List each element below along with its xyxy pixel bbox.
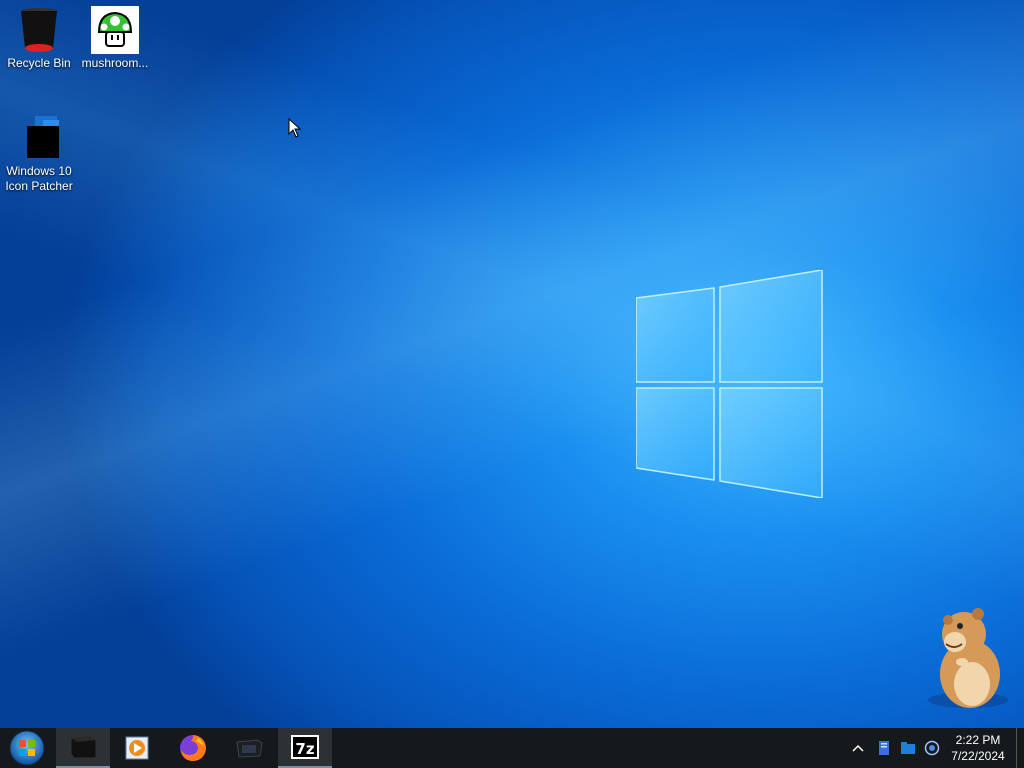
7zip-icon-text: 7z [295,740,315,758]
mushroom-icon [91,6,139,54]
system-clock[interactable]: 2:22 PM 7/22/2024 [942,732,1014,764]
tray-document-icon [879,741,889,755]
taskbar-app-firefox[interactable] [166,728,220,768]
tray-app-2[interactable] [898,728,918,768]
chevron-up-icon [852,744,864,752]
recycle-bin-label: Recycle Bin [7,56,71,70]
start-button[interactable] [6,730,48,766]
tray-app-1[interactable] [874,728,894,768]
light-beam-lower [0,0,1024,728]
icon-patcher-label-line2: Icon Patcher [5,179,73,193]
taskbar-app-media-player[interactable] [110,728,164,768]
7zip-icon: 7z [291,735,319,759]
icon-patcher-shortcut[interactable]: Windows 10 Icon Patcher [1,114,77,194]
firefox-icon [180,735,206,761]
icon-patcher-label-line1: Windows 10 [6,164,72,178]
mushroom-shortcut[interactable]: mushroom... [77,6,153,71]
recycle-bin-shortcut[interactable]: Recycle Bin [1,6,77,71]
clock-time: 2:22 PM [955,733,1001,747]
windows-logo-wallpaper [636,270,823,498]
taskbar-app-black[interactable] [56,728,110,768]
show-desktop-button[interactable] [1016,728,1017,768]
black-app-icon [70,735,97,759]
tray-network-icon [924,740,940,756]
recycle-bin-icon [15,6,63,54]
taskbar-app-7zip[interactable]: 7z [278,728,332,768]
icon-patcher-icon [15,114,63,162]
hamster-widget-icon[interactable] [920,604,1010,712]
start-orb-icon [9,730,45,766]
taskbar-app-terminal[interactable] [222,728,276,768]
show-hidden-icons-button[interactable] [848,728,868,768]
media-player-icon [125,736,149,760]
tray-app-3[interactable] [922,728,942,768]
tray-folder-icon [901,742,915,754]
desktop: Recycle Bin mushroom... Windows 10 Icon … [0,0,1024,728]
clock-date: 7/22/2024 [951,749,1005,763]
taskbar: 7z 2:22 PM 7/22/2024 [0,728,1024,768]
mushroom-label: mushroom... [81,56,149,70]
mouse-cursor-icon [288,118,302,138]
terminal-icon [236,739,263,758]
